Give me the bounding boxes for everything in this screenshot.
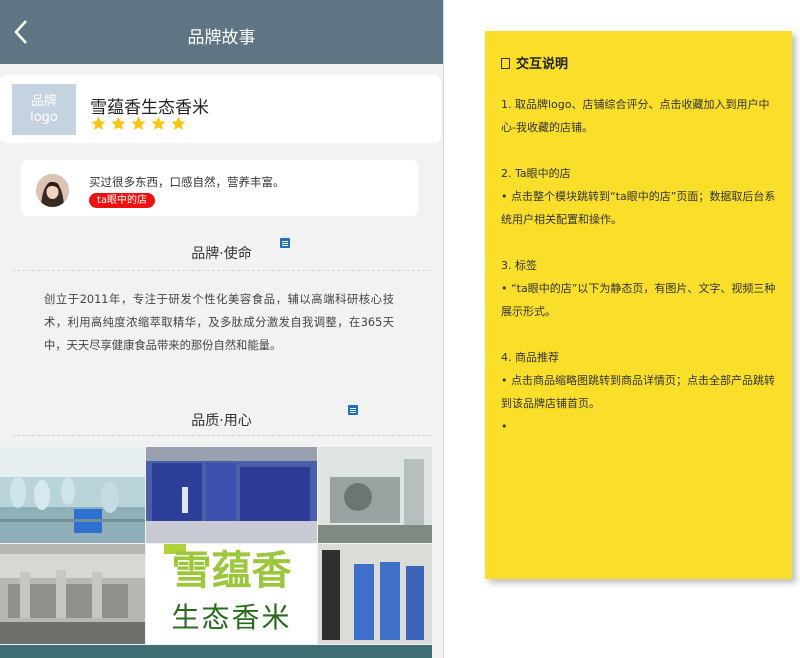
factory-photo-machine: [318, 447, 432, 543]
factory-photo-production-line: [0, 544, 145, 644]
top-navigation-bar: 品牌故事: [0, 0, 443, 64]
interaction-notes-panel: 交互说明 1. 取品牌logo、店铺综合评分、点击收藏加入到用户中心-我收藏的店…: [485, 31, 792, 579]
note-icon[interactable]: [280, 238, 290, 248]
star-icon: [111, 116, 126, 131]
brand-name: 雪蕴香生态香米: [90, 98, 209, 118]
brand-logo[interactable]: 品牌 logo: [12, 84, 76, 135]
section-title-mission: 品牌·使命: [191, 246, 252, 262]
note-heading: 4. 商品推荐: [501, 351, 559, 364]
factory-photo-warehouse: [146, 447, 317, 543]
factory-photo-workers: [0, 447, 145, 543]
page-title: 品牌故事: [187, 28, 256, 48]
factory-photo-tanks: [318, 544, 432, 644]
note-line: •: [501, 420, 508, 433]
mission-text: 创立于2011年，专注于研发个性化美容食品，辅以高端科研核心技术，利用高纯度浓缩…: [44, 293, 394, 352]
note-icon[interactable]: [348, 405, 358, 415]
note-heading: 3. 标签: [501, 259, 537, 272]
ta-eye-store-badge[interactable]: ta眼中的店: [89, 193, 156, 208]
note-heading: 2. Ta眼中的店: [501, 167, 571, 180]
brand-logo-text: 品牌: [30, 93, 57, 109]
brand-logo-text-2: logo: [30, 109, 58, 125]
note-line: • 点击整个模块跳转到“ta眼中的店”页面；数据取后台系统用户相关配置和操作。: [501, 190, 776, 226]
notes-body: 1. 取品牌logo、店铺综合评分、点击收藏加入到用户中心-我收藏的店铺。 2. …: [501, 93, 777, 438]
star-icon: [151, 116, 166, 131]
brand-photo-banner: 雪蕴香 生态香米: [146, 544, 317, 644]
note-heading: 1. 取品牌logo、店铺综合评分、点击收藏加入到用户中心-我收藏的店铺。: [501, 98, 770, 134]
star-icon: [171, 116, 186, 131]
ta-eye-store-card[interactable]: 买过很多东西，口感自然，营养丰富。 ta眼中的店: [21, 160, 418, 216]
note-square-icon: [501, 58, 510, 69]
note-line: • “ta眼中的店”以下为静态页，有图片、文字、视频三种展示形式。: [501, 282, 776, 318]
factory-photo-row-bottom: [0, 645, 432, 658]
section-title-quality: 品质·用心: [191, 413, 252, 429]
phone-screen: 品牌故事 品牌 logo 雪蕴香生态香米 买过很多东西，口感自然，营养丰富。 t…: [0, 0, 444, 658]
avatar: [36, 174, 69, 207]
notes-title: 交互说明: [501, 53, 568, 72]
section-divider: [12, 270, 430, 271]
star-icon: [131, 116, 146, 131]
star-icon: [91, 116, 106, 131]
banner-text-large: 雪蕴香: [171, 547, 292, 594]
review-text: 买过很多东西，口感自然，营养丰富。: [89, 175, 285, 189]
banner-text-small: 生态香米: [171, 601, 292, 634]
brand-info-card: 品牌 logo 雪蕴香生态香米: [0, 75, 441, 143]
section-divider: [12, 435, 430, 436]
note-line: • 点击商品缩略图跳转到商品详情页；点击全部产品跳转到该品牌店铺首页。: [501, 374, 775, 410]
